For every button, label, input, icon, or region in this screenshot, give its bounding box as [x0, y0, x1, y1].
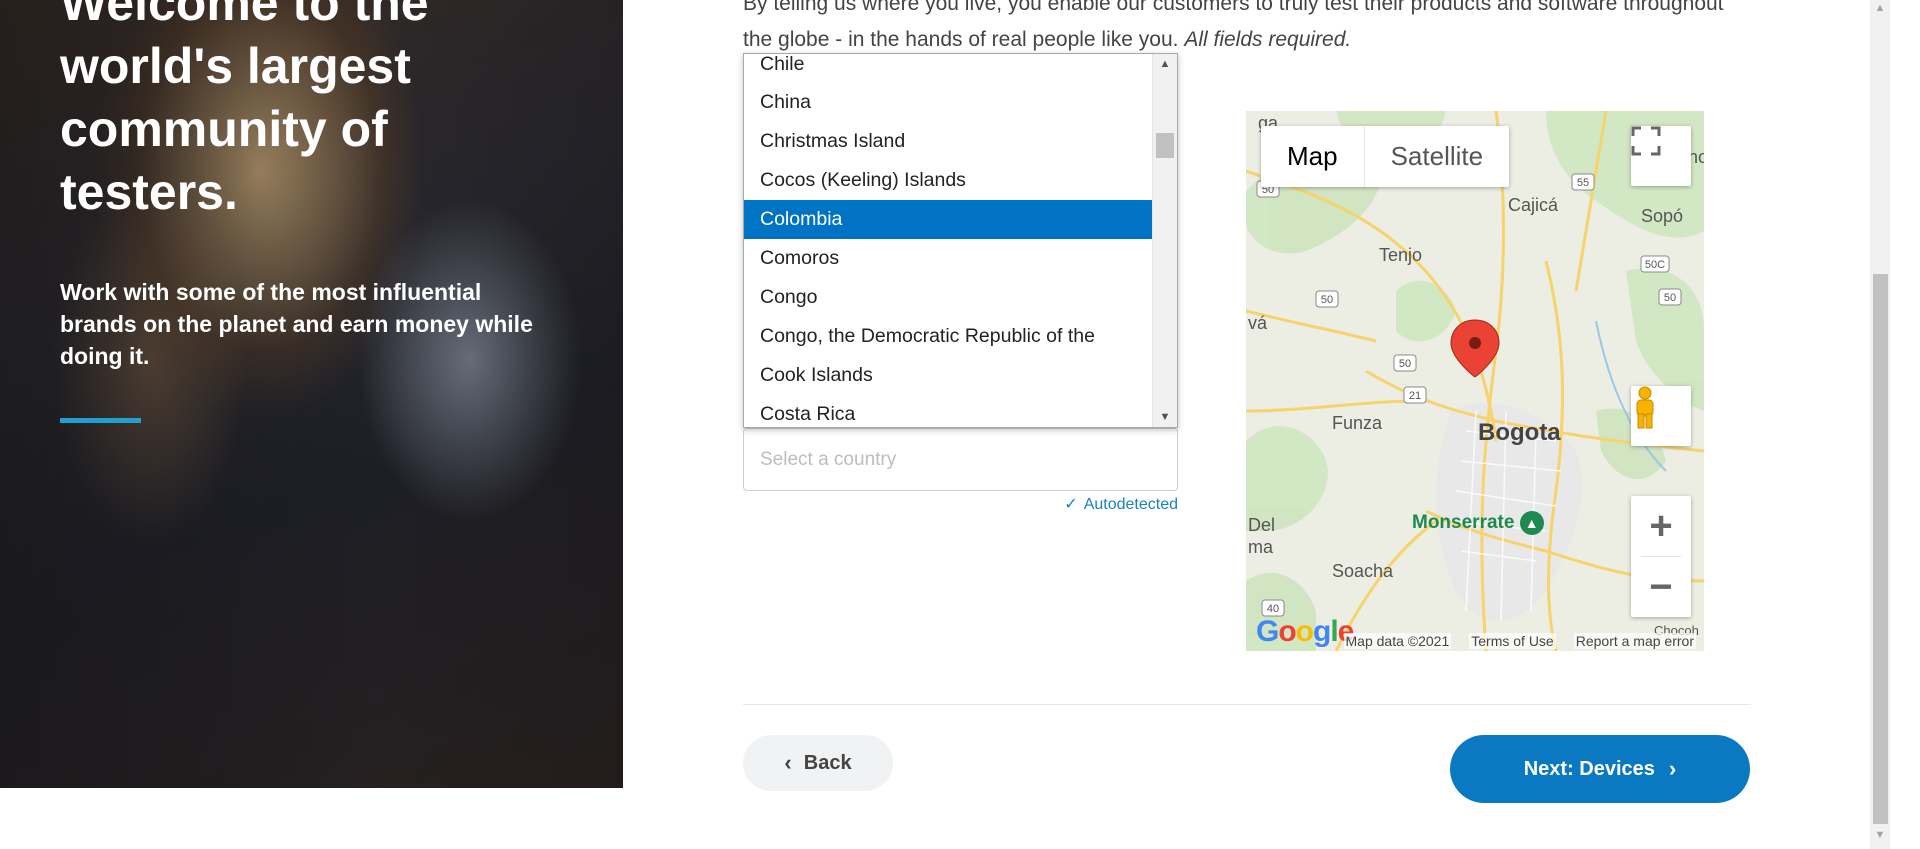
section-divider: [743, 704, 1751, 705]
route-shield-label: 55: [1577, 177, 1589, 189]
route-shield-label: 50: [1399, 358, 1411, 370]
monserrate-text: Monserrate: [1412, 512, 1515, 533]
zoom-in-button[interactable]: +: [1631, 496, 1691, 556]
country-option-congo[interactable]: Congo: [744, 278, 1152, 317]
map-label-tenjo: Tenjo: [1379, 245, 1423, 265]
map-type-map-button[interactable]: Map: [1261, 126, 1365, 187]
country-option-cocos-islands[interactable]: Cocos (Keeling) Islands: [744, 161, 1152, 200]
route-shield-label: 50: [1321, 294, 1333, 306]
location-map[interactable]: 50 55 50C 50 50 50 21 40 ga no Cajicá So…: [1246, 111, 1704, 651]
route-shield-label: 50: [1664, 292, 1676, 304]
map-label-va: vá: [1248, 313, 1268, 333]
back-button-label: Back: [803, 751, 852, 774]
autodetected-note: ✓ Autodetected: [1048, 494, 1178, 514]
page-scroll-thumb[interactable]: [1873, 274, 1888, 824]
country-select[interactable]: Select a country: [743, 428, 1178, 491]
street-view-button[interactable]: [1631, 386, 1691, 446]
map-label-monserrate: Monserrate ▲: [1412, 511, 1544, 535]
country-option-cook-islands[interactable]: Cook Islands: [744, 356, 1152, 395]
fullscreen-button[interactable]: [1631, 126, 1691, 186]
route-shield: 50C: [1640, 255, 1670, 273]
dropdown-scrollbar[interactable]: ▲ ▼: [1152, 54, 1177, 427]
route-shield: 40: [1261, 599, 1285, 617]
fullscreen-icon: [1631, 126, 1661, 156]
route-shield: 50: [1393, 354, 1417, 372]
country-option-costa-rica[interactable]: Costa Rica: [744, 395, 1152, 427]
map-label-cajica: Cajicá: [1508, 195, 1559, 215]
pegman-icon: [1636, 386, 1654, 429]
map-label-sopo: Sopó: [1641, 206, 1684, 226]
dropdown-scroll-thumb[interactable]: [1156, 133, 1174, 158]
country-option-comoros[interactable]: Comoros: [744, 239, 1152, 278]
hero-panel: Welcome to the world's largest community…: [0, 0, 623, 788]
zoom-controls: + −: [1631, 496, 1691, 617]
hero-title: Welcome to the world's largest community…: [60, 0, 429, 220]
scroll-up-arrow-icon[interactable]: ▲: [1153, 54, 1177, 74]
intro-required-note: All fields required.: [1184, 28, 1352, 51]
map-attribution: Map data ©2021 Terms of Use Report a map…: [1246, 631, 1704, 651]
next-devices-button[interactable]: Next: Devices ›: [1450, 735, 1750, 803]
country-option-chile[interactable]: Chile: [744, 54, 1152, 83]
country-dropdown-list[interactable]: Chile China Christmas Island Cocos (Keel…: [743, 53, 1178, 428]
zoom-out-button[interactable]: −: [1631, 557, 1691, 617]
park-icon: ▲: [1519, 511, 1544, 535]
route-shield: 50: [1658, 288, 1682, 306]
country-select-placeholder: Select a country: [760, 448, 897, 470]
back-button[interactable]: ‹ Back: [743, 735, 893, 791]
map-label-ma: ma: [1248, 537, 1274, 557]
report-map-error-link[interactable]: Report a map error: [1573, 633, 1696, 649]
map-label-funza: Funza: [1332, 413, 1383, 433]
country-options: Chile China Christmas Island Cocos (Keel…: [744, 54, 1152, 427]
page-scroll-up-icon[interactable]: ▲: [1870, 2, 1890, 20]
intro-text: By telling us where you live, you enable…: [743, 0, 1753, 58]
route-shield-label: 40: [1267, 603, 1279, 615]
country-option-china[interactable]: China: [744, 83, 1152, 122]
map-label-bogota: Bogota: [1478, 419, 1561, 446]
route-shield: 55: [1571, 173, 1595, 191]
country-option-congo-drc[interactable]: Congo, the Democratic Republic of the: [744, 317, 1152, 356]
map-label-del: Del: [1248, 515, 1276, 535]
terms-of-use-link[interactable]: Terms of Use: [1469, 633, 1556, 649]
hero-accent-bar: [60, 418, 141, 423]
scroll-down-arrow-icon[interactable]: ▼: [1153, 407, 1177, 427]
autodetected-label: Autodetected: [1083, 496, 1178, 513]
check-icon: ✓: [1064, 496, 1078, 513]
route-shield: 21: [1403, 386, 1427, 404]
map-type-toggle: Map Satellite: [1261, 126, 1510, 187]
route-shield: 50: [1315, 290, 1339, 308]
map-type-satellite-button[interactable]: Satellite: [1365, 126, 1510, 187]
country-option-christmas-island[interactable]: Christmas Island: [744, 122, 1152, 161]
country-option-colombia[interactable]: Colombia: [744, 200, 1152, 239]
hero-subtitle: Work with some of the most influential b…: [60, 279, 533, 369]
chevron-right-icon: ›: [1668, 756, 1677, 781]
chevron-left-icon: ‹: [784, 750, 792, 775]
route-shield-label: 21: [1409, 390, 1421, 402]
route-shield-label: 50C: [1645, 259, 1665, 271]
map-label-soacha: Soacha: [1332, 561, 1394, 581]
page-scroll-down-icon[interactable]: ▼: [1870, 829, 1890, 847]
page-scrollbar[interactable]: ▲ ▼: [1870, 0, 1890, 849]
map-data-credit: Map data ©2021: [1343, 633, 1452, 649]
next-button-label: Next: Devices: [1523, 757, 1655, 780]
